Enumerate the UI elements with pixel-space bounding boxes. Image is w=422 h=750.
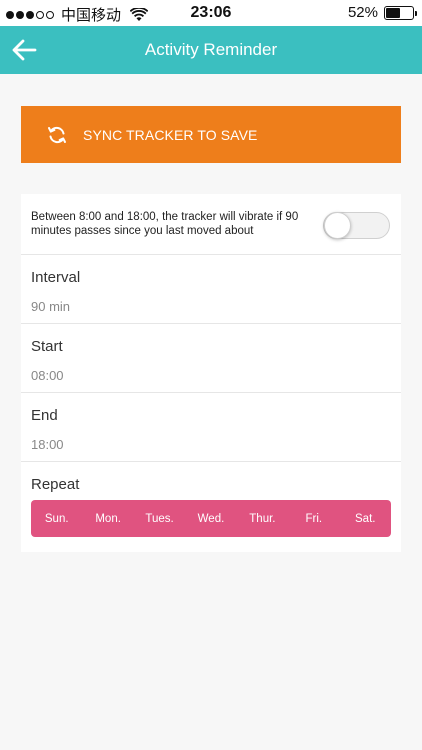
repeat-row: Repeat Sun. Mon. Tues. Wed. Thur. Fri. S… (21, 462, 401, 552)
reminder-settings-card: Between 8:00 and 18:00, the tracker will… (21, 194, 401, 552)
interval-value: 90 min (31, 299, 71, 314)
sync-tracker-button[interactable]: SYNC TRACKER TO SAVE (21, 106, 401, 163)
end-value: 18:00 (31, 437, 64, 452)
battery-percent: 52% (347, 4, 378, 21)
day-fri[interactable]: Fri. (288, 513, 339, 525)
page-title: Activity Reminder (144, 40, 278, 59)
status-right: 52% (347, 4, 417, 21)
start-label: Start (31, 338, 63, 355)
day-wed[interactable]: Wed. (185, 513, 236, 525)
sync-tracker-label: SYNC TRACKER TO SAVE (83, 126, 258, 143)
interval-row[interactable]: Interval 90 min (21, 255, 401, 324)
end-row[interactable]: End 18:00 (21, 393, 401, 462)
battery-icon (384, 5, 417, 20)
interval-label: Interval (31, 269, 81, 286)
battery-fill (386, 7, 400, 18)
day-tue[interactable]: Tues. (134, 513, 185, 525)
repeat-label: Repeat (31, 476, 80, 493)
toggle-knob (324, 212, 351, 239)
day-sat[interactable]: Sat. (340, 513, 391, 525)
start-row[interactable]: Start 08:00 (21, 324, 401, 393)
app-header: Activity Reminder (0, 26, 422, 74)
day-thu[interactable]: Thur. (237, 513, 288, 525)
reminder-toggle[interactable] (323, 212, 390, 239)
sync-icon (48, 126, 66, 143)
reminder-description: Between 8:00 and 18:00, the tracker will… (31, 211, 299, 237)
status-bar: 中国移动 23:06 52% (0, 0, 422, 26)
end-label: End (31, 407, 58, 424)
reminder-toggle-row: Between 8:00 and 18:00, the tracker will… (21, 194, 401, 255)
day-mon[interactable]: Mon. (82, 513, 133, 525)
repeat-days-selector: Sun. Mon. Tues. Wed. Thur. Fri. Sat. (31, 500, 391, 537)
start-value: 08:00 (31, 368, 64, 383)
day-sun[interactable]: Sun. (31, 513, 82, 525)
